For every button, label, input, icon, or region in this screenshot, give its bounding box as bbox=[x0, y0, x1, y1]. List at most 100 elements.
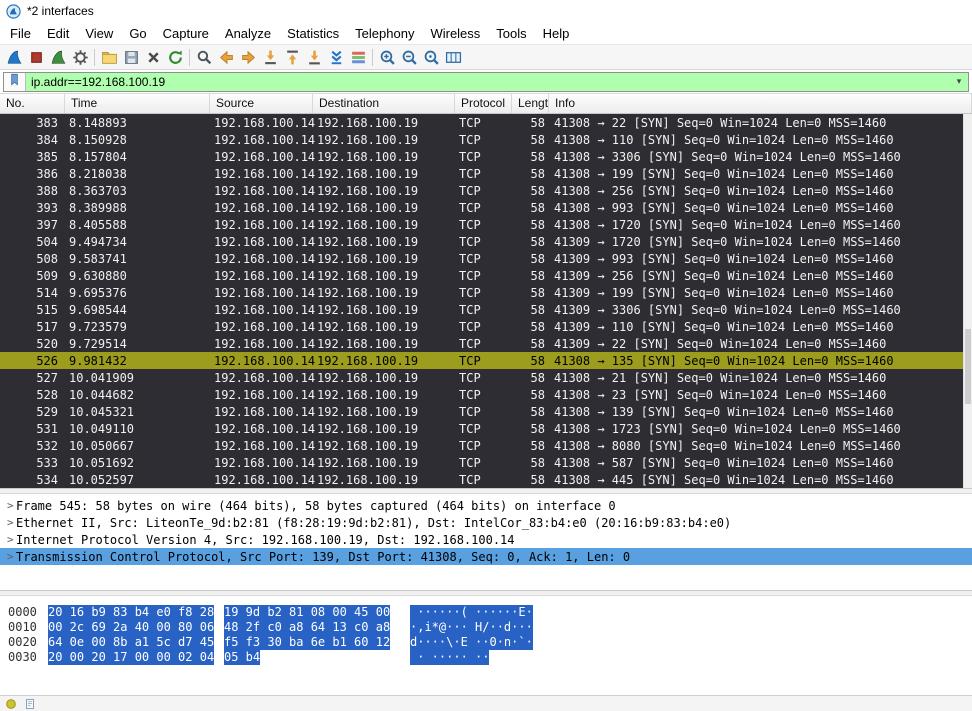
close-file-button[interactable] bbox=[142, 46, 164, 68]
hex-ascii[interactable]: d····\·E ··0·n·`· bbox=[410, 635, 533, 650]
auto-scroll-button[interactable] bbox=[325, 46, 347, 68]
reload-file-button[interactable] bbox=[164, 46, 186, 68]
packet-row-383[interactable]: 3838.148893192.168.100.14192.168.100.19T… bbox=[0, 114, 963, 131]
hex-bytes-right[interactable]: f5 f3 30 ba 6e b1 60 12 bbox=[224, 635, 390, 650]
packet-row-529[interactable]: 52910.045321192.168.100.14192.168.100.19… bbox=[0, 403, 963, 420]
packet-row-515[interactable]: 5159.698544192.168.100.14192.168.100.19T… bbox=[0, 301, 963, 318]
packet-row-534[interactable]: 53410.052597192.168.100.14192.168.100.19… bbox=[0, 471, 963, 488]
colorize-button[interactable] bbox=[347, 46, 369, 68]
expand-arrow-icon[interactable]: > bbox=[0, 550, 16, 563]
cell-destination: 192.168.100.19 bbox=[313, 473, 455, 487]
menu-wireless[interactable]: Wireless bbox=[422, 24, 488, 43]
packet-row-514[interactable]: 5149.695376192.168.100.14192.168.100.19T… bbox=[0, 284, 963, 301]
hex-ascii[interactable]: · ····· ·· bbox=[410, 650, 489, 665]
column-header-protocol[interactable]: Protocol bbox=[455, 94, 512, 113]
hex-ascii[interactable]: ······( ······E· bbox=[410, 605, 533, 620]
display-filter-input[interactable] bbox=[26, 73, 950, 91]
go-last-button[interactable] bbox=[303, 46, 325, 68]
zoom-out-button[interactable] bbox=[398, 46, 420, 68]
expand-arrow-icon[interactable]: > bbox=[0, 499, 16, 512]
hex-bytes-right[interactable]: 19 9d b2 81 08 00 45 00 bbox=[224, 605, 390, 620]
column-header-length[interactable]: Length bbox=[512, 94, 549, 113]
packet-row-508[interactable]: 5089.583741192.168.100.14192.168.100.19T… bbox=[0, 250, 963, 267]
packet-row-533[interactable]: 53310.051692192.168.100.14192.168.100.19… bbox=[0, 454, 963, 471]
packet-row-504[interactable]: 5049.494734192.168.100.14192.168.100.19T… bbox=[0, 233, 963, 250]
stop-capture-button[interactable] bbox=[25, 46, 47, 68]
packet-row-393[interactable]: 3938.389988192.168.100.14192.168.100.19T… bbox=[0, 199, 963, 216]
menu-statistics[interactable]: Statistics bbox=[279, 24, 347, 43]
cell-info: 41308 → 587 [SYN] Seq=0 Win=1024 Len=0 M… bbox=[549, 456, 963, 470]
packet-row-531[interactable]: 53110.049110192.168.100.14192.168.100.19… bbox=[0, 420, 963, 437]
menu-telephony[interactable]: Telephony bbox=[347, 24, 422, 43]
hex-bytes-right[interactable]: 05 b4 bbox=[224, 650, 260, 665]
detail-row-1[interactable]: >Ethernet II, Src: LiteonTe_9d:b2:81 (f8… bbox=[0, 514, 972, 531]
packet-row-526[interactable]: 5269.981432192.168.100.14192.168.100.19T… bbox=[0, 352, 963, 369]
cell-no: 393 bbox=[0, 201, 65, 215]
packet-list-scrollbar[interactable] bbox=[963, 114, 972, 488]
cell-time: 9.981432 bbox=[65, 354, 210, 368]
go-to-packet-button[interactable] bbox=[259, 46, 281, 68]
expert-info-icon[interactable] bbox=[5, 698, 17, 710]
restart-capture-button[interactable] bbox=[47, 46, 69, 68]
hex-bytes-left[interactable]: 20 00 20 17 00 00 02 04 bbox=[48, 650, 214, 665]
packet-row-532[interactable]: 53210.050667192.168.100.14192.168.100.19… bbox=[0, 437, 963, 454]
save-file-button[interactable] bbox=[120, 46, 142, 68]
go-forward-button[interactable] bbox=[237, 46, 259, 68]
packet-row-388[interactable]: 3888.363703192.168.100.14192.168.100.19T… bbox=[0, 182, 963, 199]
cell-protocol: TCP bbox=[455, 133, 512, 147]
zoom-in-button[interactable] bbox=[376, 46, 398, 68]
find-packet-button[interactable] bbox=[193, 46, 215, 68]
zoom-normal-button[interactable] bbox=[420, 46, 442, 68]
menu-tools[interactable]: Tools bbox=[488, 24, 534, 43]
column-header-time[interactable]: Time bbox=[65, 94, 210, 113]
column-header-source[interactable]: Source bbox=[210, 94, 313, 113]
menu-capture[interactable]: Capture bbox=[155, 24, 217, 43]
packet-row-528[interactable]: 52810.044682192.168.100.14192.168.100.19… bbox=[0, 386, 963, 403]
detail-row-0[interactable]: >Frame 545: 58 bytes on wire (464 bits),… bbox=[0, 497, 972, 514]
cell-no: 520 bbox=[0, 337, 65, 351]
capture-options-button[interactable] bbox=[69, 46, 91, 68]
capture-file-properties-icon[interactable] bbox=[24, 698, 36, 710]
menu-edit[interactable]: Edit bbox=[39, 24, 77, 43]
filter-dropdown-icon[interactable]: ▾ bbox=[950, 77, 968, 87]
status-bar bbox=[0, 695, 972, 711]
cell-time: 10.045321 bbox=[65, 405, 210, 419]
hex-bytes-left[interactable]: 00 2c 69 2a 40 00 80 06 bbox=[48, 620, 214, 635]
packet-row-509[interactable]: 5099.630880192.168.100.14192.168.100.19T… bbox=[0, 267, 963, 284]
packet-row-527[interactable]: 52710.041909192.168.100.14192.168.100.19… bbox=[0, 369, 963, 386]
scrollbar-thumb[interactable] bbox=[965, 329, 971, 404]
detail-row-2[interactable]: >Internet Protocol Version 4, Src: 192.1… bbox=[0, 531, 972, 548]
menu-analyze[interactable]: Analyze bbox=[217, 24, 279, 43]
column-header-destination[interactable]: Destination bbox=[313, 94, 455, 113]
hex-bytes-right[interactable]: 48 2f c0 a8 64 13 c0 a8 bbox=[224, 620, 390, 635]
resize-columns-button[interactable] bbox=[442, 46, 464, 68]
go-back-button[interactable] bbox=[215, 46, 237, 68]
menu-file[interactable]: File bbox=[2, 24, 39, 43]
packet-row-384[interactable]: 3848.150928192.168.100.14192.168.100.19T… bbox=[0, 131, 963, 148]
packet-row-386[interactable]: 3868.218038192.168.100.14192.168.100.19T… bbox=[0, 165, 963, 182]
packet-row-520[interactable]: 5209.729514192.168.100.14192.168.100.19T… bbox=[0, 335, 963, 352]
hex-ascii[interactable]: ·,i*@··· H/··d··· bbox=[410, 620, 533, 635]
menu-help[interactable]: Help bbox=[535, 24, 578, 43]
expand-arrow-icon[interactable]: > bbox=[0, 516, 16, 529]
menu-go[interactable]: Go bbox=[121, 24, 154, 43]
expand-arrow-icon[interactable]: > bbox=[0, 533, 16, 546]
menu-view[interactable]: View bbox=[77, 24, 121, 43]
detail-row-3[interactable]: >Transmission Control Protocol, Src Port… bbox=[0, 548, 972, 565]
packet-row-397[interactable]: 3978.405588192.168.100.14192.168.100.19T… bbox=[0, 216, 963, 233]
packet-row-385[interactable]: 3858.157804192.168.100.14192.168.100.19T… bbox=[0, 148, 963, 165]
start-capture-button[interactable] bbox=[3, 46, 25, 68]
go-first-button[interactable] bbox=[281, 46, 303, 68]
hex-bytes-left[interactable]: 20 16 b9 83 b4 e0 f8 28 bbox=[48, 605, 214, 620]
column-header-info[interactable]: Info bbox=[549, 94, 972, 113]
detail-text: Internet Protocol Version 4, Src: 192.16… bbox=[16, 533, 515, 547]
cell-info: 41308 → 256 [SYN] Seq=0 Win=1024 Len=0 M… bbox=[549, 184, 963, 198]
cell-info: 41308 → 110 [SYN] Seq=0 Win=1024 Len=0 M… bbox=[549, 133, 963, 147]
filter-bookmark-button[interactable] bbox=[4, 73, 26, 91]
open-file-button[interactable] bbox=[98, 46, 120, 68]
packet-row-517[interactable]: 5179.723579192.168.100.14192.168.100.19T… bbox=[0, 318, 963, 335]
cell-no: 514 bbox=[0, 286, 65, 300]
cell-destination: 192.168.100.19 bbox=[313, 354, 455, 368]
column-header-no[interactable]: No. bbox=[0, 94, 65, 113]
hex-bytes-left[interactable]: 64 0e 00 8b a1 5c d7 45 bbox=[48, 635, 214, 650]
